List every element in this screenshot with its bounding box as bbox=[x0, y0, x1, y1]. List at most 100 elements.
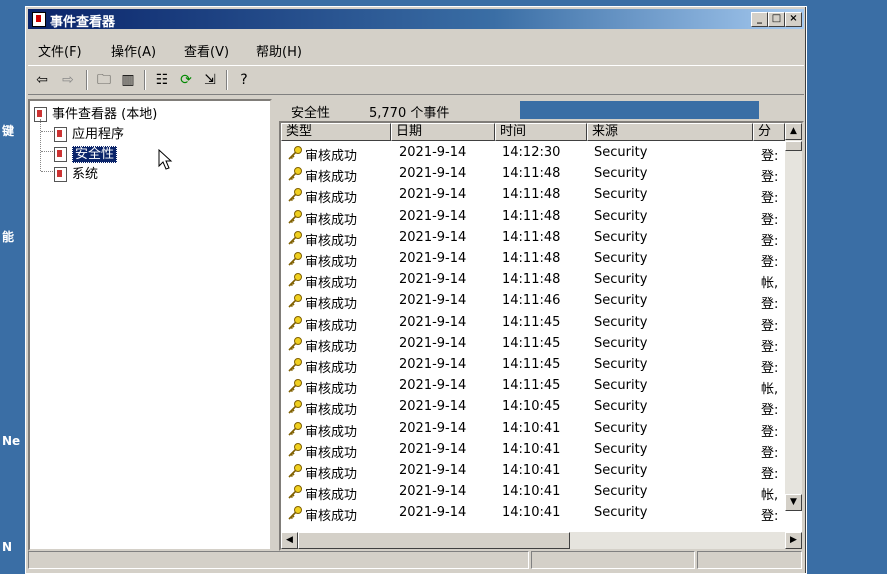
horizontal-scrollbar[interactable]: ◀ ▶ bbox=[281, 532, 802, 549]
table-row[interactable]: 审核成功 2021-9-14 14:11:48 Security 帐, bbox=[281, 268, 802, 292]
help-icon[interactable]: ? bbox=[234, 70, 254, 90]
minimize-button[interactable]: _ bbox=[751, 12, 768, 27]
event-time: 14:11:48 bbox=[502, 272, 561, 288]
properties-icon[interactable]: ☷ bbox=[152, 70, 172, 90]
tree-item-system[interactable]: 系统 bbox=[54, 163, 98, 182]
table-row[interactable]: 审核成功 2021-9-14 14:11:45 Security 帐, bbox=[281, 374, 802, 398]
tree-connector bbox=[41, 151, 53, 152]
menu-view[interactable]: 查看(V) bbox=[184, 41, 229, 60]
table-row[interactable]: 审核成功 2021-9-14 14:11:48 Security 登: bbox=[281, 226, 802, 249]
tree-item-security[interactable]: 安全性 bbox=[54, 143, 118, 163]
event-date: 2021-9-14 bbox=[399, 441, 467, 457]
event-date: 2021-9-14 bbox=[399, 484, 467, 500]
scroll-up-button[interactable]: ▲ bbox=[785, 123, 802, 140]
event-type: 审核成功 bbox=[305, 318, 358, 334]
results-pane: 安全性 5,770 个事件 类型 日期 时间 来源 分 审核成功 2021-9-1… bbox=[279, 99, 804, 551]
event-source: Security bbox=[594, 357, 648, 372]
table-row[interactable]: 审核成功 2021-9-14 14:10:45 Security 登: bbox=[281, 395, 802, 418]
scroll-left-button[interactable]: ◀ bbox=[281, 532, 298, 549]
scroll-down-button[interactable]: ▼ bbox=[785, 494, 802, 511]
scroll-right-button[interactable]: ▶ bbox=[785, 532, 802, 549]
event-category: 帐, bbox=[761, 382, 779, 398]
audit-success-key-icon bbox=[288, 358, 302, 372]
table-row[interactable]: 审核成功 2021-9-14 14:11:46 Security 登: bbox=[281, 289, 802, 312]
table-row[interactable]: 审核成功 2021-9-14 14:10:41 Security 登: bbox=[281, 417, 802, 440]
event-category: 登: bbox=[761, 255, 779, 270]
refresh-icon[interactable]: ⟳ bbox=[176, 70, 196, 90]
event-source: Security bbox=[594, 293, 648, 309]
event-type: 审核成功 bbox=[305, 467, 358, 482]
event-time: 14:11:48 bbox=[502, 187, 561, 203]
status-pane bbox=[28, 551, 529, 569]
event-type: 审核成功 bbox=[305, 361, 358, 376]
audit-success-key-icon bbox=[288, 294, 302, 308]
tree-item-application[interactable]: 应用程序 bbox=[54, 123, 124, 142]
event-category: 帐, bbox=[761, 276, 779, 292]
maximize-button[interactable]: □ bbox=[768, 12, 785, 27]
log-icon bbox=[54, 127, 67, 142]
table-row[interactable]: 审核成功 2021-9-14 14:10:41 Security 登: bbox=[281, 459, 802, 482]
scroll-thumb[interactable] bbox=[298, 532, 570, 549]
menu-action[interactable]: 操作(A) bbox=[111, 41, 156, 60]
export-list-icon[interactable]: ⇲ bbox=[200, 70, 220, 90]
event-time: 14:10:41 bbox=[502, 463, 561, 478]
log-icon bbox=[54, 167, 67, 182]
event-date: 2021-9-14 bbox=[399, 463, 467, 478]
status-bar bbox=[28, 549, 804, 571]
table-row[interactable]: 审核成功 2021-9-14 14:12:30 Security 登: bbox=[281, 141, 802, 164]
table-row[interactable]: 审核成功 2021-9-14 14:10:41 Security 登: bbox=[281, 501, 802, 524]
window-title: 事件查看器 bbox=[50, 15, 116, 30]
event-time: 14:11:45 bbox=[502, 335, 561, 351]
vertical-scrollbar[interactable]: ▲ ▼ bbox=[785, 123, 802, 511]
event-type: 审核成功 bbox=[305, 255, 358, 270]
table-row[interactable]: 审核成功 2021-9-14 14:11:45 Security 登: bbox=[281, 311, 802, 334]
column-header-source[interactable]: 来源 bbox=[587, 123, 753, 141]
event-viewer-window: 事件查看器 _ □ × 文件(F) 操作(A) 查看(V) 帮助(H) ⇦ ⇨ … bbox=[25, 6, 807, 574]
table-row[interactable]: 审核成功 2021-9-14 14:10:41 Security 帐, bbox=[281, 480, 802, 503]
title-bar[interactable]: 事件查看器 _ □ × bbox=[28, 9, 804, 30]
column-header-date[interactable]: 日期 bbox=[391, 123, 495, 141]
event-source: Security bbox=[594, 399, 648, 415]
menu-help[interactable]: 帮助(H) bbox=[256, 41, 302, 60]
event-date: 2021-9-14 bbox=[399, 357, 467, 372]
tree-item-label: 安全性 bbox=[72, 146, 118, 163]
column-header-type[interactable]: 类型 bbox=[281, 123, 391, 141]
event-category: 登: bbox=[761, 467, 779, 482]
event-time: 14:11:48 bbox=[502, 208, 561, 224]
event-time: 14:10:41 bbox=[502, 420, 561, 436]
event-source: Security bbox=[594, 251, 648, 266]
event-type: 审核成功 bbox=[305, 424, 358, 440]
table-row[interactable]: 审核成功 2021-9-14 14:11:48 Security 登: bbox=[281, 183, 802, 206]
forward-arrow-icon[interactable]: ⇨ bbox=[58, 70, 78, 90]
table-row[interactable]: 审核成功 2021-9-14 14:11:48 Security 登: bbox=[281, 205, 802, 228]
back-arrow-icon[interactable]: ⇦ bbox=[32, 70, 52, 90]
event-time: 14:11:46 bbox=[502, 293, 561, 309]
event-source: Security bbox=[594, 505, 648, 521]
event-category: 登: bbox=[761, 339, 779, 355]
event-time: 14:10:41 bbox=[502, 484, 561, 500]
table-row[interactable]: 审核成功 2021-9-14 14:11:48 Security 登: bbox=[281, 162, 802, 185]
event-category: 登: bbox=[761, 233, 779, 249]
close-button[interactable]: × bbox=[785, 12, 802, 27]
table-row[interactable]: 审核成功 2021-9-14 14:11:45 Security 登: bbox=[281, 353, 802, 376]
tree-root[interactable]: 事件查看器 (本地) bbox=[34, 103, 157, 122]
column-header-time[interactable]: 时间 bbox=[495, 123, 587, 141]
table-row[interactable]: 审核成功 2021-9-14 14:11:48 Security 登: bbox=[281, 247, 802, 270]
log-icon bbox=[54, 147, 67, 162]
event-time: 14:11:45 bbox=[502, 378, 561, 394]
scroll-thumb[interactable] bbox=[785, 141, 802, 151]
column-header-category[interactable]: 分 bbox=[753, 123, 785, 141]
event-date: 2021-9-14 bbox=[399, 399, 467, 415]
show-hide-tree-icon[interactable]: ▥ bbox=[118, 70, 138, 90]
table-row[interactable]: 审核成功 2021-9-14 14:10:41 Security 登: bbox=[281, 438, 802, 461]
desktop-label: 键 bbox=[2, 124, 15, 138]
tree-connector bbox=[40, 119, 41, 171]
up-folder-icon[interactable]: 🗀 bbox=[94, 70, 114, 90]
event-source: Security bbox=[594, 441, 648, 457]
event-category: 登: bbox=[761, 361, 779, 376]
menu-file[interactable]: 文件(F) bbox=[38, 41, 82, 60]
audit-success-key-icon bbox=[288, 167, 302, 181]
event-time: 14:11:48 bbox=[502, 166, 561, 182]
event-type: 审核成功 bbox=[305, 382, 358, 398]
table-row[interactable]: 审核成功 2021-9-14 14:11:45 Security 登: bbox=[281, 332, 802, 355]
